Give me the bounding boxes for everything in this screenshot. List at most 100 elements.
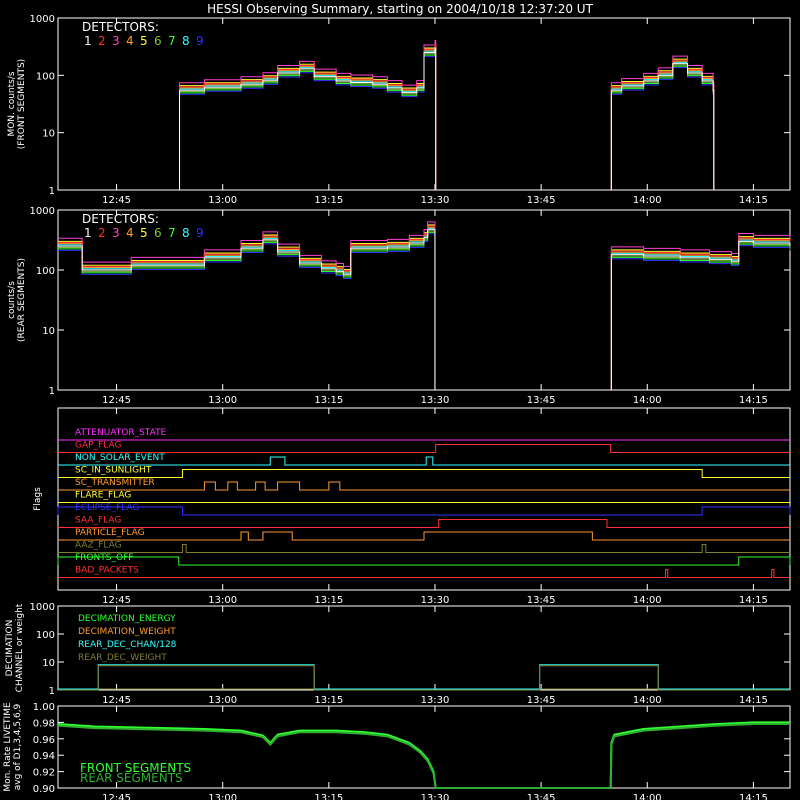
rear-y-tick-label: 1000 bbox=[30, 206, 55, 217]
livetime-x-tick-label: 13:30 bbox=[421, 793, 450, 800]
livetime-y-tick-label: 0.92 bbox=[33, 768, 55, 779]
rear-x-tick-label: 14:00 bbox=[633, 395, 662, 406]
flag-label-particle_flag: PARTICLE_FLAG bbox=[75, 528, 145, 538]
rear-detector-4: 4 bbox=[126, 226, 134, 240]
rear-detector-5: 5 bbox=[140, 226, 148, 240]
front-detector-1: 1 bbox=[84, 34, 92, 48]
front-detector-7: 7 bbox=[168, 34, 176, 48]
rear-detector-8: 8 bbox=[182, 226, 190, 240]
front-x-tick-label: 14:15 bbox=[739, 195, 768, 206]
flag-label-saa_flag: SAA_FLAG bbox=[75, 516, 121, 526]
flag-label-sc_in_sunlight: SC_IN_SUNLIGHT bbox=[75, 466, 152, 476]
flag-label-fronts_off: FRONTS_OFF bbox=[75, 553, 133, 563]
livetime-x-tick-label: 13:00 bbox=[208, 793, 237, 800]
flag-label-attenuator_state: ATTENUATOR_STATE bbox=[75, 428, 167, 438]
rear-detector-7: 7 bbox=[168, 226, 176, 240]
livetime-legend-1: REAR SEGMENTS bbox=[80, 771, 183, 785]
rear-ylabel: (REAR SEGMENTS) bbox=[17, 258, 27, 342]
flags-x-tick-label: 12:45 bbox=[102, 595, 131, 606]
rear-ylabel: counts/s bbox=[7, 281, 17, 319]
decimation-x-tick-label: 12:45 bbox=[102, 695, 131, 706]
decimation-x-tick-label: 13:45 bbox=[527, 695, 556, 706]
decimation-x-tick-label: 14:00 bbox=[633, 695, 662, 706]
rear-detector-1: 1 bbox=[84, 226, 92, 240]
front-y-tick-label: 100 bbox=[36, 71, 55, 82]
livetime-x-tick-label: 14:00 bbox=[633, 793, 662, 800]
decimation-y-tick-label: 1000 bbox=[30, 602, 55, 613]
front-detector-5: 5 bbox=[140, 34, 148, 48]
front-detector-4: 4 bbox=[126, 34, 134, 48]
livetime-y-tick-label: 0.98 bbox=[33, 718, 55, 729]
chart-title: HESSI Observing Summary, starting on 200… bbox=[207, 2, 593, 16]
front-detector-8: 8 bbox=[182, 34, 190, 48]
rear-y-tick-label: 100 bbox=[36, 266, 55, 277]
decimation-x-tick-label: 13:00 bbox=[208, 695, 237, 706]
front-x-tick-label: 13:30 bbox=[421, 195, 450, 206]
flag-label-non_solar_event: NON_SOLAR_EVENT bbox=[75, 453, 165, 463]
flag-label-sc_transmitter: SC_TRANSMITTER bbox=[75, 478, 155, 488]
hessi-summary-chart: HESSI Observing Summary, starting on 200… bbox=[0, 0, 800, 800]
flag-label-bad_packets: BAD_PACKETS bbox=[75, 566, 139, 576]
front-detector-2: 2 bbox=[98, 34, 106, 48]
front-y-tick-label: 10 bbox=[42, 129, 55, 140]
decimation-legend-3: REAR_DEC_WEIGHT bbox=[78, 653, 167, 663]
front-x-tick-label: 12:45 bbox=[102, 195, 131, 206]
livetime-x-tick-label: 13:45 bbox=[527, 793, 556, 800]
rear-detector-2: 2 bbox=[98, 226, 106, 240]
livetime-x-tick-label: 14:15 bbox=[739, 793, 768, 800]
livetime-ylabel: avg of D1,3,4,5,6,9 bbox=[13, 703, 23, 790]
flags-x-tick-label: 14:15 bbox=[739, 595, 768, 606]
decimation-ylabel: DECIMATION bbox=[5, 620, 15, 677]
decimation-x-tick-label: 13:15 bbox=[314, 695, 343, 706]
livetime-x-tick-label: 12:45 bbox=[102, 793, 131, 800]
flag-label-eclipse_flag: ECLIPSE_FLAG bbox=[75, 503, 139, 513]
rear-x-tick-label: 13:45 bbox=[527, 395, 556, 406]
livetime-ylabel: Mon. Rate LIVETIME bbox=[3, 702, 13, 792]
rear-detectors-label: DETECTORS: bbox=[82, 212, 159, 226]
front-y-tick-label: 1000 bbox=[30, 14, 55, 25]
front-detectors-label: DETECTORS: bbox=[82, 20, 159, 34]
flags-x-tick-label: 13:45 bbox=[527, 595, 556, 606]
rear-x-tick-label: 12:45 bbox=[102, 395, 131, 406]
front-y-tick-label: 1 bbox=[49, 186, 55, 197]
decimation-legend-1: DECIMATION_WEIGHT bbox=[78, 627, 176, 637]
rear-detector-9: 9 bbox=[196, 226, 204, 240]
livetime-x-tick-label: 13:15 bbox=[314, 793, 343, 800]
flags-x-tick-label: 13:00 bbox=[208, 595, 237, 606]
front-x-tick-label: 13:45 bbox=[527, 195, 556, 206]
rear-y-tick-label: 1 bbox=[49, 386, 55, 397]
flags-x-tick-label: 13:15 bbox=[314, 595, 343, 606]
rear-detector-6: 6 bbox=[154, 226, 162, 240]
decimation-legend-0: DECIMATION_ENERGY bbox=[78, 614, 176, 624]
front-detector-6: 6 bbox=[154, 34, 162, 48]
flag-label-gap_flag: GAP_FLAG bbox=[75, 441, 121, 451]
flags-x-tick-label: 13:30 bbox=[421, 595, 450, 606]
front-detector-3: 3 bbox=[112, 34, 120, 48]
livetime-y-tick-label: 0.96 bbox=[33, 735, 55, 746]
flags-ylabel: Flags bbox=[33, 487, 43, 511]
rear-x-tick-label: 13:30 bbox=[421, 395, 450, 406]
livetime-y-tick-label: 1.00 bbox=[33, 702, 55, 713]
flag-label-aaz_flag: AAZ_FLAG bbox=[75, 541, 122, 551]
rear-detector-3: 3 bbox=[112, 226, 120, 240]
rear-x-tick-label: 14:15 bbox=[739, 395, 768, 406]
front-x-tick-label: 14:00 bbox=[633, 195, 662, 206]
livetime-y-tick-label: 0.90 bbox=[33, 784, 55, 795]
rear-x-tick-label: 13:00 bbox=[208, 395, 237, 406]
decimation-y-tick-label: 100 bbox=[36, 630, 55, 641]
decimation-ylabel: CHANNEL or weight bbox=[15, 603, 25, 692]
decimation-y-tick-label: 10 bbox=[42, 658, 55, 669]
flag-label-flare_flag: FLARE_FLAG bbox=[75, 491, 131, 501]
front-x-tick-label: 13:00 bbox=[208, 195, 237, 206]
decimation-x-tick-label: 14:15 bbox=[739, 695, 768, 706]
rear-x-tick-label: 13:15 bbox=[314, 395, 343, 406]
front-ylabel: MON. counts/s bbox=[7, 71, 17, 136]
front-x-tick-label: 13:15 bbox=[314, 195, 343, 206]
flags-x-tick-label: 14:00 bbox=[633, 595, 662, 606]
decimation-legend-2: REAR_DEC_CHAN/128 bbox=[78, 640, 177, 650]
front-ylabel: (FRONT SEGMENTS) bbox=[17, 59, 27, 149]
livetime-y-tick-label: 0.94 bbox=[33, 751, 55, 762]
decimation-x-tick-label: 13:30 bbox=[421, 695, 450, 706]
decimation-y-tick-label: 1 bbox=[49, 686, 55, 697]
rear-y-tick-label: 10 bbox=[42, 326, 55, 337]
